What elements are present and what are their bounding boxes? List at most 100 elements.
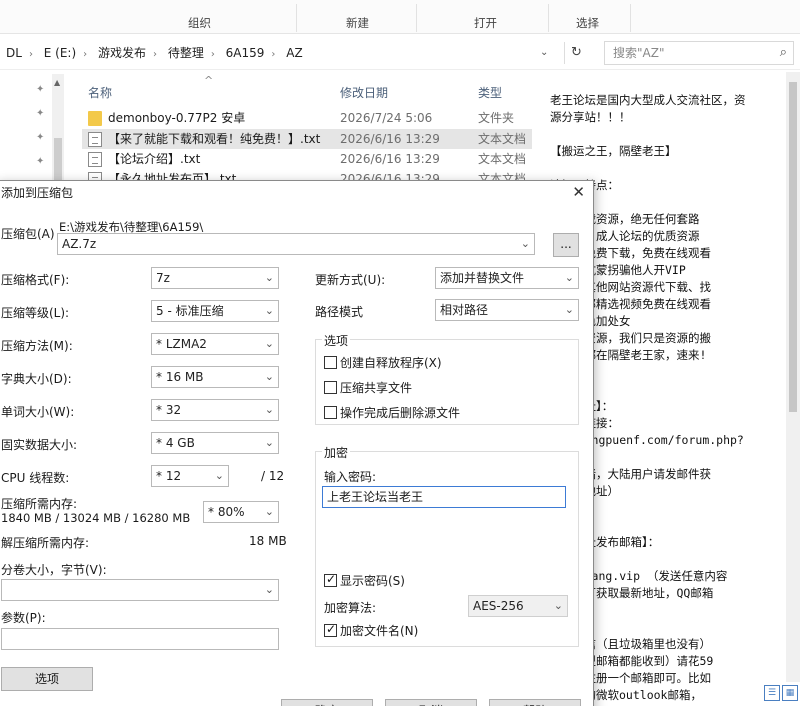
chevron-down-icon: ⌄ (264, 403, 274, 416)
word-select[interactable]: * 32 ⌄ (151, 399, 279, 421)
encryption-group: 加密 输入密码: 上老王论坛当老王 显示密码(S) 加密算法: AES-256 ⌄… (315, 444, 579, 647)
column-type[interactable]: 类型 (478, 84, 502, 101)
crumb-6a159[interactable]: 6A159 (226, 46, 265, 60)
pin-icon[interactable]: ✦ (36, 108, 44, 119)
show-password-checkbox[interactable]: 显示密码(S) (324, 572, 405, 589)
list-item[interactable]: 【来了就能下载和观看！纯免费！】.txt 2026/6/16 13:29 文本文… (82, 129, 532, 149)
scrollbar-thumb[interactable] (54, 138, 62, 184)
sfx-checkbox[interactable]: 创建自释放程序(X) (324, 354, 442, 371)
scrollbar-thumb[interactable] (789, 82, 797, 412)
level-select[interactable]: 5 - 标准压缩 ⌄ (151, 300, 279, 322)
threads-value: * 12 (156, 469, 182, 483)
chevron-down-icon: ⌄ (264, 583, 274, 596)
add-to-archive-dialog: 添加到压缩包 ✕ 压缩包(A) E:\游戏发布\待整理\6A159\ AZ.7z… (0, 180, 594, 706)
ribbon-group-open: 打开 (474, 16, 497, 30)
options-button[interactable]: 选项 (1, 667, 93, 691)
crumb-dl[interactable]: DL (6, 46, 22, 60)
details-view-icon[interactable]: ☰ (764, 685, 780, 701)
ribbon-separator (630, 4, 631, 32)
dict-select[interactable]: * 16 MB ⌄ (151, 366, 279, 388)
chevron-down-icon: ⌄ (214, 469, 224, 482)
column-name[interactable]: 名称 (88, 84, 112, 101)
preview-line: 【搬运之王，隔壁老王】 (550, 144, 677, 158)
format-label: 压缩格式(F): (1, 273, 70, 287)
decomp-label: 解压缩所需内存: (1, 536, 90, 550)
chevron-down-icon[interactable]: ⌄ (540, 40, 556, 66)
method-select[interactable]: * LZMA2 ⌄ (151, 333, 279, 355)
path-select[interactable]: 相对路径 ⌄ (435, 299, 579, 321)
archive-name-field[interactable]: AZ.7z ⌄ (57, 233, 535, 255)
close-icon[interactable]: ✕ (572, 183, 585, 201)
mem-label: 压缩所需内存: (1, 497, 78, 511)
help-button[interactable]: 帮助 (489, 699, 581, 706)
crumb-games[interactable]: 游戏发布 (98, 46, 146, 60)
archive-name-value: AZ.7z (62, 237, 97, 251)
pin-icon[interactable]: ✦ (36, 132, 44, 143)
level-value: 5 - 标准压缩 (156, 304, 224, 318)
delete-checkbox[interactable]: 操作完成后删除源文件 (324, 404, 460, 421)
address-bar[interactable]: DL › E (E:) › 游戏发布 › 待整理 › 6A159 › AZ (0, 40, 560, 66)
password-input[interactable]: 上老王论坛当老王 (322, 486, 566, 508)
checkbox-box[interactable] (324, 406, 337, 419)
archive-label: 压缩包(A) (1, 227, 55, 241)
ribbon-group-new: 新建 (346, 16, 369, 30)
search-input[interactable]: 搜索"AZ" ⌕ (604, 41, 794, 65)
checkbox-box[interactable] (324, 356, 337, 369)
ribbon-separator (416, 4, 417, 32)
view-toggle: ☰ ▦ (762, 684, 800, 706)
chevron-down-icon: ⌄ (564, 303, 574, 316)
ok-button[interactable]: 确定 (281, 699, 373, 706)
chevron-down-icon: ⌄ (264, 505, 274, 518)
scroll-up-icon[interactable]: ▲ (54, 78, 60, 87)
encrypt-names-label: 加密文件名(N) (340, 624, 419, 638)
split-select[interactable]: ⌄ (1, 579, 279, 601)
mem-percent-select[interactable]: * 80% ⌄ (203, 501, 279, 523)
search-icon[interactable]: ⌕ (780, 42, 787, 64)
crumb-drive[interactable]: E (E:) (44, 46, 76, 60)
format-select[interactable]: 7z ⌄ (151, 267, 279, 289)
sfx-label: 创建自释放程序(X) (340, 356, 442, 370)
params-input[interactable] (1, 628, 279, 650)
solid-select[interactable]: * 4 GB ⌄ (151, 432, 279, 454)
update-value: 添加并替换文件 (440, 271, 525, 285)
sort-up-icon: ^ (204, 74, 214, 87)
chevron-right-icon: › (271, 49, 276, 60)
file-date: 2026/6/16 13:29 (340, 132, 440, 146)
crumb-az[interactable]: AZ (286, 46, 302, 60)
ribbon: 组织 新建 打开 选择 (0, 0, 800, 34)
preview-scrollbar[interactable] (786, 72, 800, 682)
refresh-icon[interactable]: ↻ (564, 42, 588, 64)
file-date: 2026/7/24 5:06 (340, 111, 433, 125)
chevron-down-icon[interactable]: ⌄ (521, 234, 530, 254)
password-value: 上老王论坛当老王 (327, 490, 424, 504)
crumb-pending[interactable]: 待整理 (168, 46, 204, 60)
encrypt-names-checkbox[interactable]: 加密文件名(N) (324, 622, 418, 639)
list-item[interactable]: 【论坛介绍】.txt 2026/6/16 13:29 文本文档 (82, 149, 532, 169)
update-select[interactable]: 添加并替换文件 ⌄ (435, 267, 579, 289)
shared-checkbox[interactable]: 压缩共享文件 (324, 379, 412, 396)
solid-label: 固实数据大小: (1, 438, 78, 452)
pin-icon[interactable]: ✦ (36, 156, 44, 167)
cancel-button[interactable]: 取消 (385, 699, 477, 706)
nav-scrollbar[interactable]: ▲ (52, 74, 64, 184)
ribbon-group-organize: 组织 (188, 16, 211, 30)
list-item[interactable]: demonboy-0.77P2 安卓 2026/7/24 5:06 文件夹 (82, 108, 532, 128)
checkbox-box[interactable] (324, 572, 337, 587)
password-label: 输入密码: (324, 470, 377, 484)
chevron-right-icon: › (153, 49, 157, 60)
file-type: 文件夹 (478, 111, 515, 125)
pin-icon[interactable]: ✦ (36, 84, 44, 95)
threads-select[interactable]: * 12 ⌄ (151, 465, 229, 487)
chevron-right-icon: › (83, 49, 88, 60)
large-icons-view-icon[interactable]: ▦ (782, 685, 798, 701)
browse-button[interactable]: ... (553, 233, 579, 257)
options-group-title: 选项 (322, 332, 351, 349)
enc-method-select[interactable]: AES-256 ⌄ (468, 595, 568, 617)
column-date[interactable]: 修改日期 (340, 84, 388, 101)
threads-label: CPU 线程数: (1, 471, 70, 485)
checkbox-box[interactable] (324, 381, 337, 394)
preview-line: 源分享站！！！ (550, 110, 631, 124)
checkbox-box[interactable] (324, 622, 337, 637)
threads-max: / 12 (261, 469, 285, 483)
path-value: 相对路径 (440, 303, 489, 317)
